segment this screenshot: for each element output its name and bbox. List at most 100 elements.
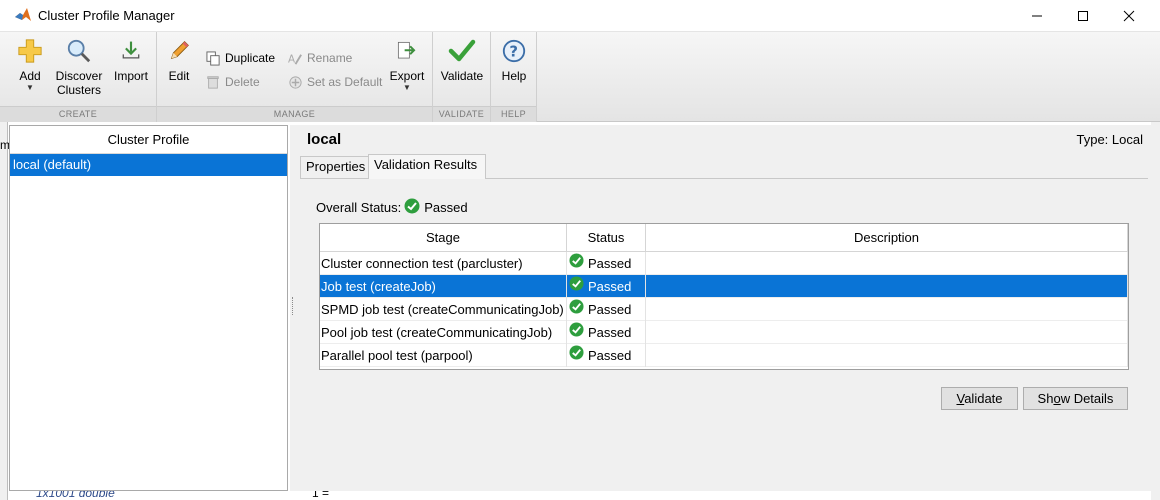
profile-detail-panel: local Type: Local Properties Validation …: [297, 125, 1151, 491]
discover-clusters-button[interactable]: Discover Clusters: [52, 36, 106, 97]
stage-cell: Parallel pool test (parpool): [320, 344, 567, 367]
help-button[interactable]: ? Help: [494, 36, 534, 83]
duplicate-button[interactable]: Duplicate: [205, 48, 275, 68]
table-row[interactable]: Cluster connection test (parcluster) Pas…: [320, 252, 1128, 275]
set-default-label: Set as Default: [307, 75, 383, 89]
overall-status: Overall Status: Passed: [316, 198, 468, 217]
validate-section: Validate VALIDATE: [433, 32, 491, 122]
tab-properties[interactable]: Properties: [300, 156, 369, 178]
panel-splitter[interactable]: [290, 125, 297, 491]
set-default-button[interactable]: Set as Default: [287, 72, 382, 92]
rename-button[interactable]: A Rename: [287, 48, 353, 68]
duplicate-icon: [205, 50, 221, 66]
import-button[interactable]: Import: [110, 36, 152, 83]
description-cell: [646, 344, 1128, 367]
close-button[interactable]: [1106, 0, 1152, 32]
table-row[interactable]: Parallel pool test (parpool) Passed: [320, 344, 1128, 367]
validate-section-label: VALIDATE: [433, 106, 490, 122]
create-section-label: CREATE: [0, 106, 156, 122]
details-mnemonic: o: [1053, 391, 1061, 406]
create-section: Add ▼ Discover Clusters Import CREATE: [0, 32, 157, 122]
splitter-grip-icon: [292, 297, 295, 315]
status-cell: Passed: [567, 321, 646, 344]
stage-cell: SPMD job test (createCommunicatingJob): [320, 298, 567, 321]
toolstrip: Add ▼ Discover Clusters Import CREATE Ed…: [0, 32, 1160, 122]
matlab-logo-icon: [14, 6, 32, 24]
tab-validation-results[interactable]: Validation Results: [368, 154, 486, 179]
validate-toolbar-button[interactable]: Validate: [436, 36, 488, 83]
help-section-label: HELP: [491, 106, 536, 122]
svg-text:?: ?: [509, 43, 518, 61]
discover-label-line1: Discover: [55, 69, 103, 83]
validate-button[interactable]: Validate: [941, 387, 1018, 410]
status-cell: Passed: [567, 252, 646, 275]
description-cell: [646, 321, 1128, 344]
column-header-description[interactable]: Description: [646, 224, 1128, 252]
manage-section: Edit Duplicate Delete A Rename Set as De…: [157, 32, 433, 122]
status-cell: Passed: [567, 298, 646, 321]
overall-status-label: Overall Status:: [316, 200, 402, 215]
passed-check-icon: [569, 344, 584, 367]
help-section: ? Help HELP: [491, 32, 537, 122]
status-text: Passed: [588, 325, 632, 340]
background-window-edge-right: [1151, 122, 1160, 500]
import-label: Import: [113, 69, 148, 83]
export-button[interactable]: Export ▼: [385, 36, 429, 93]
details-label-start: Sh: [1037, 391, 1054, 406]
window-title: Cluster Profile Manager: [38, 8, 175, 23]
background-window-edge: [0, 122, 8, 500]
status-text: Passed: [588, 279, 632, 294]
set-default-icon: [287, 74, 303, 90]
table-row[interactable]: Pool job test (createCommunicatingJob) P…: [320, 321, 1128, 344]
pencil-icon: [170, 41, 189, 60]
status-text: Passed: [588, 256, 632, 271]
minimize-icon: [1032, 15, 1042, 17]
discover-label-line2: Clusters: [56, 83, 101, 97]
overall-status-value: Passed: [424, 200, 468, 215]
delete-button[interactable]: Delete: [205, 72, 260, 92]
edit-button[interactable]: Edit: [161, 36, 197, 83]
profile-type: Type: Local: [1076, 132, 1144, 147]
add-label: Add: [19, 69, 41, 83]
passed-check-icon: [569, 321, 584, 344]
manage-section-label: MANAGE: [157, 106, 432, 122]
stage-cell: Job test (createJob): [320, 275, 567, 298]
add-button[interactable]: Add ▼: [12, 36, 48, 93]
column-header-stage[interactable]: Stage: [320, 224, 567, 252]
close-icon: [1123, 10, 1135, 22]
description-cell: [646, 275, 1128, 298]
edit-label: Edit: [168, 69, 190, 83]
description-cell: [646, 298, 1128, 321]
import-icon: [122, 41, 140, 59]
maximize-button[interactable]: [1060, 0, 1106, 32]
export-dropdown-icon: ▼: [403, 83, 411, 92]
passed-check-icon: [569, 275, 584, 298]
rename-label: Rename: [307, 51, 353, 65]
maximize-icon: [1078, 11, 1088, 21]
details-label-rest: w Details: [1060, 391, 1114, 406]
column-header-status[interactable]: Status: [567, 224, 646, 252]
profile-name: local: [307, 131, 342, 148]
show-details-button[interactable]: Show Details: [1023, 387, 1128, 410]
status-text: Passed: [588, 348, 632, 363]
passed-check-icon: [569, 252, 584, 275]
validation-results-table: Stage Status Description Cluster connect…: [319, 223, 1129, 370]
stage-cell: Cluster connection test (parcluster): [320, 252, 567, 275]
add-dropdown-icon: ▼: [26, 83, 34, 92]
trash-icon: [205, 74, 221, 90]
status-cell: Passed: [567, 275, 646, 298]
table-row[interactable]: SPMD job test (createCommunicatingJob) P…: [320, 298, 1128, 321]
profile-list-header: Cluster Profile: [10, 126, 287, 154]
minimize-button[interactable]: [1014, 0, 1060, 32]
stage-cell: Pool job test (createCommunicatingJob): [320, 321, 567, 344]
help-label: Help: [501, 69, 527, 83]
magnifier-icon: [67, 39, 91, 63]
profile-item-local[interactable]: local (default): [10, 154, 287, 176]
title-bar: Cluster Profile Manager: [0, 0, 1160, 32]
validate-label-rest: alidate: [964, 391, 1003, 406]
table-row[interactable]: Job test (createJob) Passed: [320, 275, 1128, 298]
checkmark-icon: [448, 39, 476, 62]
passed-check-icon: [404, 198, 420, 217]
cluster-profile-list: Cluster Profile local (default): [9, 125, 288, 491]
validate-toolbar-label: Validate: [440, 69, 484, 83]
